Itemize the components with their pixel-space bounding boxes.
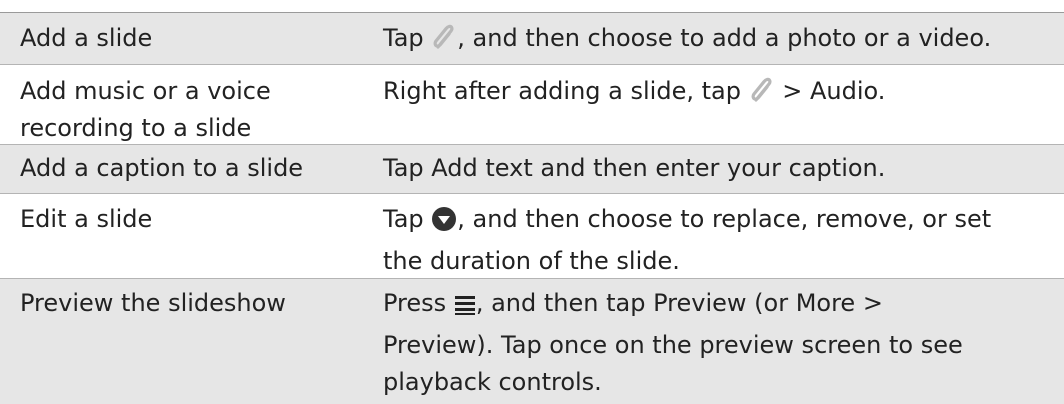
table-row: Preview the slideshow Press , and then t…	[0, 279, 1064, 404]
menu-icon	[454, 290, 476, 327]
row-action: Preview the slideshow	[20, 289, 286, 317]
paperclip-icon	[431, 23, 457, 62]
row-action: Add a caption to a slide	[20, 154, 304, 182]
row-description: Tap , and then choose to replace, remove…	[383, 205, 992, 275]
dropdown-circle-icon	[431, 206, 457, 243]
row-description: Tap Add text and then enter your caption…	[383, 154, 886, 182]
paperclip-icon	[749, 76, 775, 115]
table-row: Add a caption to a slide Tap Add text an…	[0, 145, 1064, 193]
row-description: Right after adding a slide, tap > Audio.	[383, 73, 1058, 115]
table-row: Add a slide Tap , and then choose to add…	[0, 13, 1064, 64]
table-row: Add music or a voice recording to a slid…	[0, 65, 1064, 144]
row-description: Press , and then tap Preview (or More > …	[383, 289, 963, 396]
row-description: Tap , and then choose to add a photo or …	[383, 20, 1058, 62]
table-row: Edit a slide Tap , and then choose to re…	[0, 194, 1064, 278]
row-action: Add music or a voice recording to a slid…	[20, 77, 271, 142]
row-action: Edit a slide	[20, 205, 153, 233]
row-action: Add a slide	[20, 24, 153, 52]
